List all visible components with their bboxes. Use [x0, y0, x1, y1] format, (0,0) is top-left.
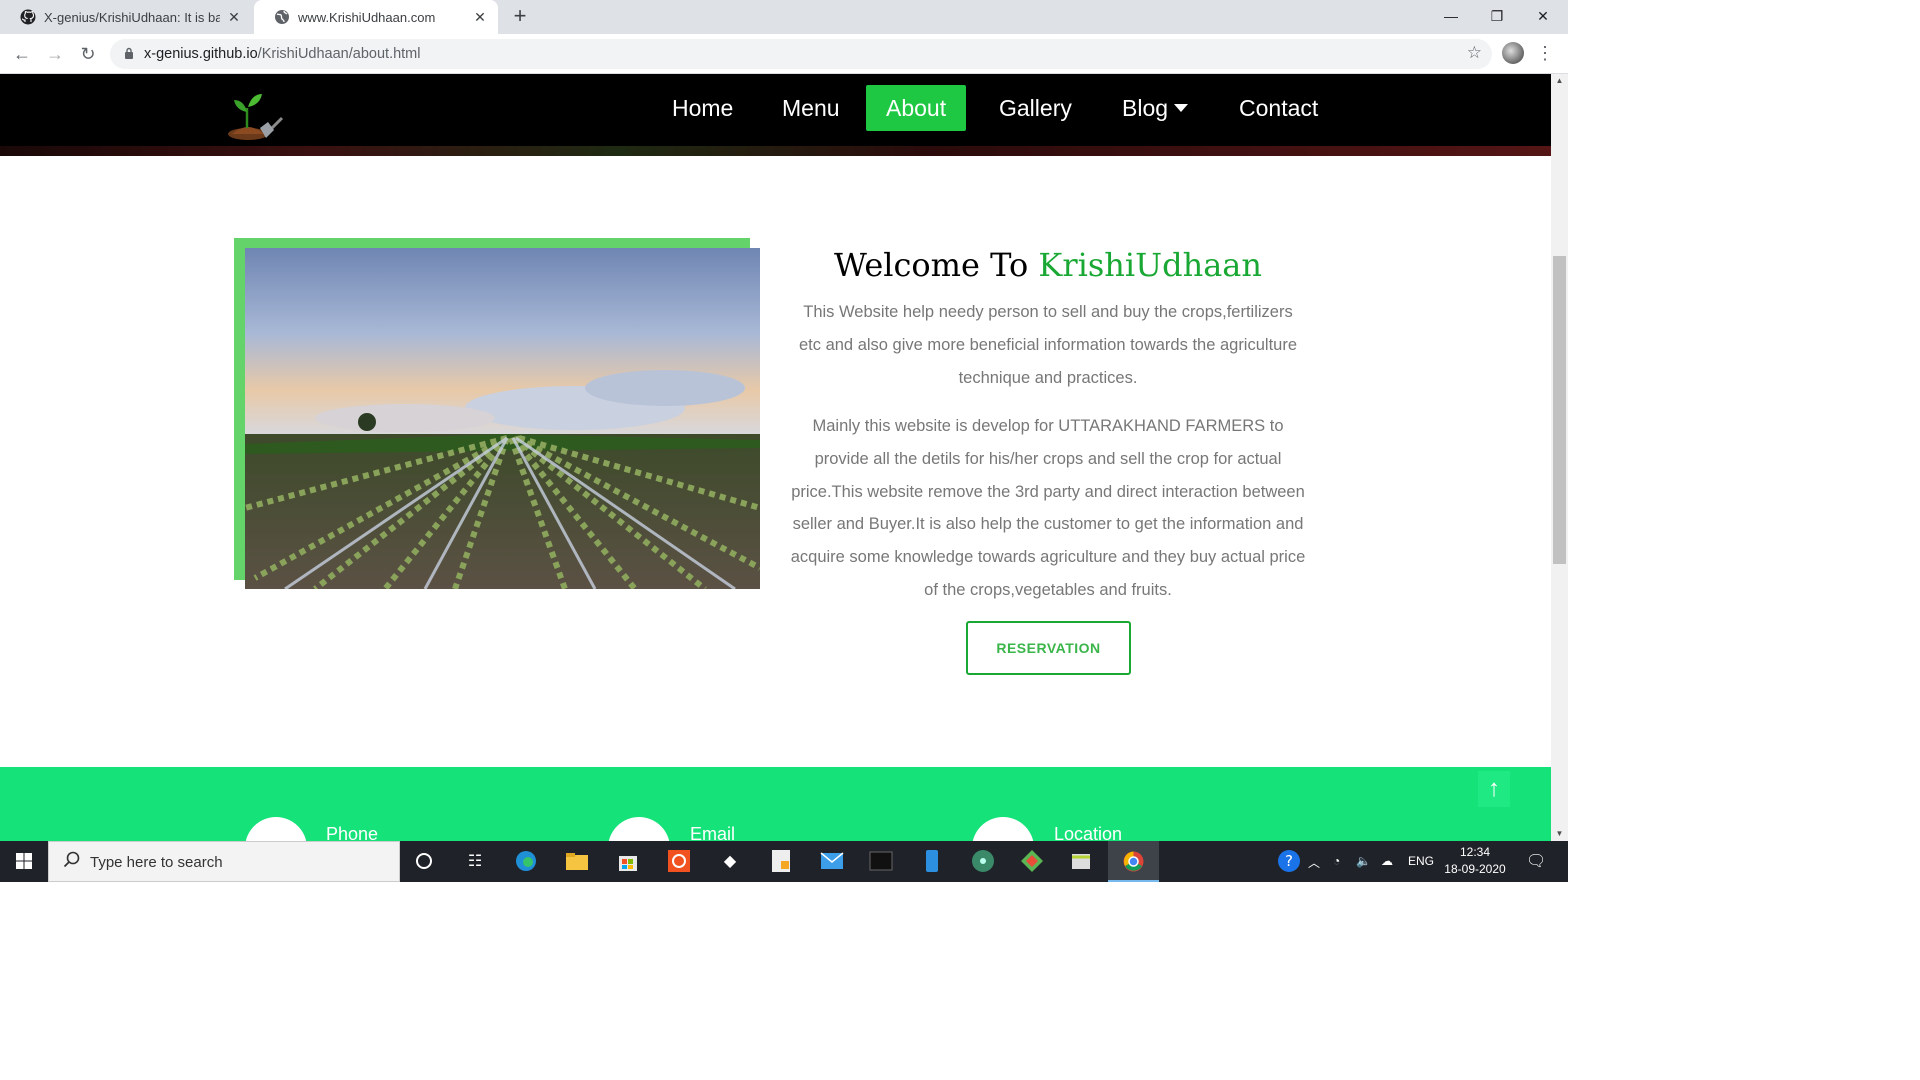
github-icon: [20, 9, 36, 25]
url-text: x-genius.github.io/KrishiUdhaan/about.ht…: [144, 46, 421, 62]
back-icon[interactable]: ←: [9, 41, 35, 67]
new-tab-button[interactable]: +: [508, 4, 532, 28]
url-path: /KrishiUdhaan/about.html: [257, 46, 421, 62]
help-icon[interactable]: ?: [1276, 848, 1302, 874]
phone-app-icon[interactable]: [919, 848, 945, 874]
site-logo[interactable]: [222, 82, 286, 142]
task-view-icon[interactable]: ☷: [462, 848, 488, 874]
nav-blog[interactable]: Blog: [1102, 85, 1208, 131]
onedrive-icon[interactable]: ☁: [1381, 854, 1393, 868]
search-placeholder: Type here to search: [90, 854, 223, 871]
clock-date: 18-09-2020: [1444, 862, 1506, 876]
scroll-down-arrow-icon[interactable]: ▼: [1551, 827, 1568, 841]
globe-icon: [274, 9, 290, 25]
volume-icon[interactable]: 🔈: [1356, 854, 1371, 868]
mail-icon[interactable]: [819, 848, 845, 874]
profile-avatar[interactable]: [1502, 42, 1524, 64]
store-icon[interactable]: [615, 848, 641, 874]
contact-email-label: Email: [690, 824, 736, 841]
document-app-icon[interactable]: [768, 848, 794, 874]
nav-menu[interactable]: Menu: [762, 85, 860, 131]
url-host: x-genius.github.io: [144, 46, 258, 62]
scroll-up-arrow-icon[interactable]: ▲: [1551, 74, 1568, 88]
caret-down-icon: [1174, 104, 1189, 112]
show-hidden-icons-chevron-icon[interactable]: ︿: [1308, 854, 1320, 871]
dropbox-icon[interactable]: ◆: [717, 848, 743, 874]
nav-contact[interactable]: Contact: [1219, 85, 1338, 131]
svg-text:?: ?: [1285, 852, 1293, 870]
whatsapp-icon[interactable]: [666, 848, 692, 874]
scroll-to-top-button[interactable]: ↑: [1478, 771, 1510, 807]
email-icon: [608, 817, 670, 841]
chrome-taskbar-button[interactable]: [1108, 841, 1159, 882]
heading-brand: KrishiUdhaan: [1038, 246, 1262, 284]
heading-prefix: Welcome To: [834, 246, 1029, 284]
git-app-icon[interactable]: [1019, 848, 1045, 874]
nav-home[interactable]: Home: [652, 85, 753, 131]
contact-location-label: Location: [1054, 824, 1123, 841]
forward-icon[interactable]: →: [42, 41, 68, 67]
reload-icon[interactable]: ↻: [75, 41, 101, 67]
page-viewport: Home Menu About Gallery Blog Contact Wel…: [0, 74, 1568, 841]
site-navbar: Home Menu About Gallery Blog Contact: [0, 74, 1551, 156]
chrome-icon: [1123, 851, 1144, 872]
header-banner-strip: [0, 146, 1551, 156]
search-icon: [63, 851, 81, 874]
about-heading: Welcome To KrishiUdhaan: [796, 246, 1300, 284]
close-window-icon[interactable]: ✕: [1520, 0, 1566, 32]
clock-time: 12:34: [1459, 845, 1491, 859]
phone-icon: [245, 817, 307, 841]
page-scrollbar[interactable]: ▲ ▼: [1551, 74, 1568, 841]
restore-icon[interactable]: ❐: [1474, 0, 1520, 32]
nav-gallery[interactable]: Gallery: [979, 85, 1092, 131]
tab-krishiudhaan[interactable]: www.KrishiUdhaan.com ✕: [254, 0, 498, 34]
edge-icon[interactable]: [513, 848, 539, 874]
scrollbar-thumb[interactable]: [1553, 256, 1566, 564]
browser-menu-icon[interactable]: ⋮: [1536, 40, 1554, 66]
browser-tab-strip: X-genius/KrishiUdhaan: It is based ✕ www…: [0, 0, 1568, 34]
contact-band: Phone Email Location ↑: [0, 767, 1551, 841]
address-bar[interactable]: x-genius.github.io/KrishiUdhaan/about.ht…: [110, 39, 1492, 69]
tool-app-icon[interactable]: [1068, 848, 1094, 874]
cortana-icon[interactable]: [411, 848, 437, 874]
language-indicator[interactable]: ENG: [1408, 854, 1434, 868]
farm-field-image: [245, 248, 760, 589]
tab-title: X-genius/KrishiUdhaan: It is based: [44, 9, 220, 25]
location-icon: [972, 817, 1034, 841]
system-clock[interactable]: 12:34 18-09-2020: [1440, 844, 1510, 878]
wifi-icon[interactable]: ◔: [1333, 854, 1340, 868]
bookmark-star-icon[interactable]: ☆: [1467, 43, 1482, 63]
reservation-button[interactable]: RESERVATION: [966, 621, 1131, 675]
close-tab-icon[interactable]: ✕: [472, 9, 488, 25]
about-paragraph-1: This Website help needy person to sell a…: [798, 303, 1297, 387]
nav-about[interactable]: About: [866, 85, 967, 131]
lock-icon: [124, 47, 134, 65]
file-explorer-icon[interactable]: [564, 848, 590, 874]
nav-blog-label: Blog: [1122, 95, 1169, 121]
tab-title: www.KrishiUdhaan.com: [298, 9, 436, 25]
about-paragraph-2: Mainly this website is develop for UTTAR…: [790, 417, 1306, 599]
mysql-console-icon[interactable]: [868, 848, 894, 874]
close-tab-icon[interactable]: ✕: [226, 9, 242, 25]
tab-github[interactable]: X-genius/KrishiUdhaan: It is based ✕: [0, 0, 252, 34]
minimize-icon[interactable]: —: [1428, 0, 1474, 32]
notifications-icon[interactable]: 🗨: [1526, 851, 1546, 871]
contact-phone-label: Phone: [326, 824, 379, 841]
windows-taskbar: Type here to search ☷ ◆ ? ︿ ◔ 🔈 ☁ ENG 12…: [0, 841, 1568, 882]
browser-toolbar: ← → ↻ x-genius.github.io/KrishiUdhaan/ab…: [0, 34, 1568, 74]
windows-start-icon[interactable]: [0, 841, 48, 882]
taskbar-search-box[interactable]: Type here to search: [48, 841, 400, 882]
atom-icon[interactable]: [970, 848, 996, 874]
